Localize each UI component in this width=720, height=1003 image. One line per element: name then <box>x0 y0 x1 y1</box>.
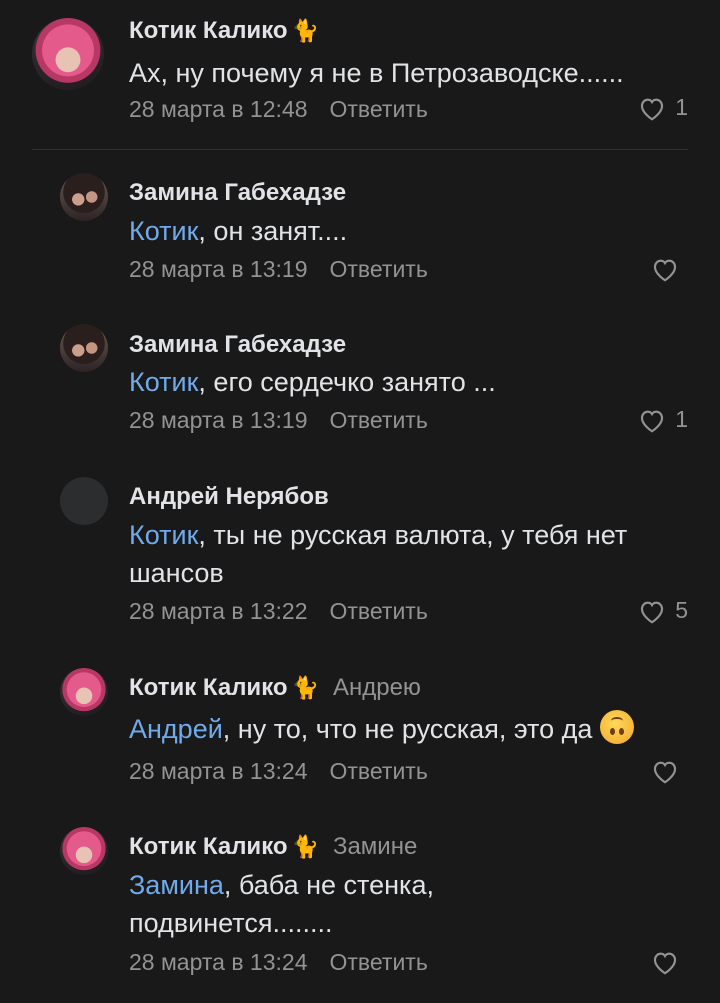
comment-text: Котик, его сердечко занято ... <box>129 367 496 397</box>
mention-link[interactable]: Котик <box>129 520 198 550</box>
comment-author[interactable]: Андрей Нерябов <box>129 483 329 511</box>
comment-meta: 28 марта в 12:48 Ответить <box>129 96 428 123</box>
heart-icon <box>653 952 677 975</box>
avatar[interactable] <box>60 668 108 716</box>
divider <box>32 149 688 150</box>
heart-icon <box>641 410 664 432</box>
comment-text: Андрей, ну то, что не русская, это да <box>129 710 689 748</box>
author-name[interactable]: Замина Габехадзе <box>129 179 346 206</box>
author-name[interactable]: Андрей Нерябов <box>129 483 329 510</box>
mention-link[interactable]: Котик <box>129 216 198 246</box>
comment-date: 28 марта в 12:48 <box>129 96 308 122</box>
heart-icon <box>653 259 677 282</box>
comment-author[interactable]: Замина Габехадзе <box>129 331 346 359</box>
reply-button[interactable]: Ответить <box>330 407 428 433</box>
avatar[interactable] <box>32 18 104 90</box>
heart-icon <box>653 761 677 784</box>
avatar[interactable] <box>60 324 108 372</box>
like-count: 5 <box>675 597 688 623</box>
heart-icon <box>641 601 664 623</box>
reply-to-label[interactable]: Андрею <box>333 674 421 701</box>
reply-button[interactable]: Ответить <box>330 96 428 122</box>
cat-emoji-icon: 🐈 <box>291 834 319 859</box>
comment-text: Котик, он занят.... <box>129 216 348 246</box>
like-button[interactable] <box>650 256 688 282</box>
comment-meta: 28 марта в 13:19 Ответить <box>129 256 428 283</box>
upside-down-face-icon <box>600 710 635 744</box>
comment-author[interactable]: Котик Калико 🐈 Замине <box>129 833 417 861</box>
reply-button[interactable]: Ответить <box>330 598 428 624</box>
comment-date: 28 марта в 13:24 <box>129 949 308 975</box>
reply-to-label[interactable]: Замине <box>333 833 417 860</box>
comment-date: 28 марта в 13:24 <box>129 758 308 784</box>
comment-meta: 28 марта в 13:19 Ответить <box>129 407 428 434</box>
like-button[interactable] <box>650 949 688 975</box>
comment-text: Ах, ну почему я не в Петрозаводске...... <box>129 58 624 88</box>
mention-link[interactable]: Андрей <box>129 714 223 744</box>
avatar[interactable] <box>60 477 108 525</box>
comment-meta: 28 марта в 13:24 Ответить <box>129 758 428 785</box>
mention-link[interactable]: Котик <box>129 367 198 397</box>
cat-emoji-icon: 🐈 <box>291 18 319 43</box>
avatar[interactable] <box>60 173 108 221</box>
author-name[interactable]: Замина Габехадзе <box>129 331 346 358</box>
comment-author[interactable]: Котик Калико 🐈 Андрею <box>129 674 421 702</box>
like-button[interactable]: 1 <box>637 94 688 121</box>
comment-author[interactable]: Котик Калико 🐈 <box>129 17 319 45</box>
cat-emoji-icon: 🐈 <box>291 675 319 700</box>
like-count: 1 <box>675 94 688 120</box>
comment-meta: 28 марта в 13:22 Ответить <box>129 598 428 625</box>
comment-text: Котик, ты не русская валюта, у тебя нет … <box>129 520 628 588</box>
like-button[interactable] <box>650 758 688 784</box>
like-button[interactable]: 1 <box>637 406 688 433</box>
comment-author[interactable]: Замина Габехадзе <box>129 179 346 207</box>
comment-date: 28 марта в 13:22 <box>129 598 308 624</box>
reply-button[interactable]: Ответить <box>330 758 428 784</box>
comment-date: 28 марта в 13:19 <box>129 407 308 433</box>
reply-button[interactable]: Ответить <box>330 256 428 282</box>
comment-date: 28 марта в 13:19 <box>129 256 308 282</box>
like-button[interactable]: 5 <box>637 597 688 624</box>
comment-meta: 28 марта в 13:24 Ответить <box>129 949 428 976</box>
author-name[interactable]: Котик Калико <box>129 833 288 860</box>
reply-button[interactable]: Ответить <box>330 949 428 975</box>
author-name[interactable]: Котик Калико <box>129 17 288 44</box>
like-count: 1 <box>675 406 688 432</box>
author-name[interactable]: Котик Калико <box>129 674 288 701</box>
avatar[interactable] <box>60 827 108 875</box>
heart-icon <box>641 98 664 120</box>
mention-link[interactable]: Замина <box>129 870 224 900</box>
comment-text: Замина, баба не стенка, подвинется......… <box>129 870 434 938</box>
